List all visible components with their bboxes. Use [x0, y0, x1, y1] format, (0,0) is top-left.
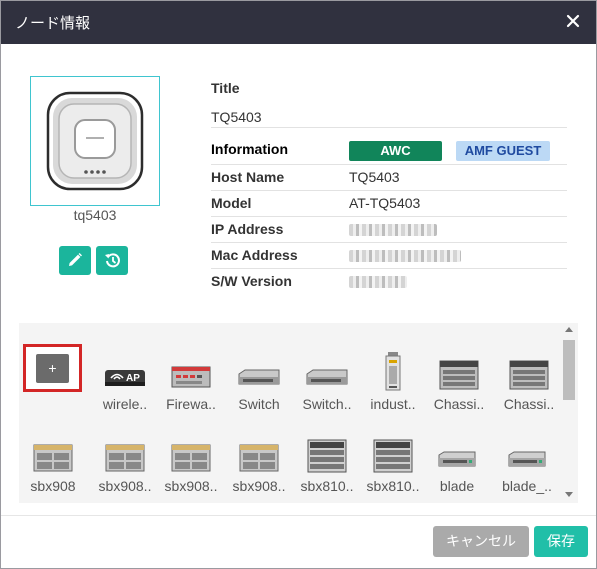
svg-text:AP: AP — [126, 373, 140, 384]
palette-item[interactable]: sbx810.. — [294, 430, 360, 496]
palette-item-label: wirele.. — [102, 396, 148, 412]
history-button[interactable] — [96, 246, 128, 275]
access-point-icon — [46, 91, 144, 191]
save-button[interactable]: 保存 — [534, 526, 588, 557]
dialog-titlebar: ノード情報 — [1, 1, 596, 44]
industrial-switch-icon — [360, 348, 426, 394]
model-label: Model — [211, 195, 252, 211]
edit-button[interactable] — [59, 246, 91, 275]
palette-item[interactable]: sbx908.. — [92, 430, 158, 496]
palette-item-label: Switch.. — [302, 396, 352, 412]
palette-item[interactable]: blade — [424, 430, 490, 496]
device-palette: + AP wirele.. Firewa.. Switch Switch.. indust… — [19, 323, 578, 503]
palette-item-label: blade — [439, 478, 475, 494]
palette-item-label: Firewa.. — [166, 396, 216, 412]
amf-guest-badge: AMF GUEST — [456, 141, 550, 161]
palette-item-label: sbx908.. — [232, 478, 286, 494]
divider — [211, 127, 567, 128]
palette-item[interactable]: sbx908.. — [158, 430, 224, 496]
divider — [211, 242, 567, 243]
palette-item[interactable]: sbx810.. — [360, 430, 426, 496]
palette-item[interactable]: sbx908.. — [226, 430, 292, 496]
palette-item[interactable]: Chassi.. — [496, 348, 562, 414]
palette-item-label: Switch — [238, 396, 280, 412]
sbx908-icon — [20, 430, 86, 476]
close-icon[interactable] — [564, 11, 582, 31]
sw-version-value-redacted — [349, 275, 407, 291]
palette-item[interactable]: Switch — [226, 348, 292, 414]
palette-item-label: Chassi.. — [503, 396, 555, 412]
palette-item[interactable]: Chassi.. — [426, 348, 492, 414]
scroll-up-arrow-icon[interactable] — [565, 327, 573, 332]
palette-scrollbar[interactable] — [561, 323, 578, 503]
palette-item[interactable]: Firewa.. — [158, 348, 224, 414]
palette-item-label: Chassi.. — [433, 396, 485, 412]
awc-badge: AWC — [349, 141, 442, 161]
firewall-icon — [158, 348, 224, 394]
mac-address-label: Mac Address — [211, 247, 298, 263]
switch-icon — [226, 348, 292, 394]
sbx908-icon — [226, 430, 292, 476]
blade-icon — [494, 430, 560, 476]
palette-item[interactable]: indust.. — [360, 348, 426, 414]
chassis-icon — [496, 348, 562, 394]
wireless-ap-icon: AP — [92, 348, 158, 394]
scrollbar-thumb[interactable] — [563, 340, 575, 400]
title-label: Title — [211, 80, 240, 96]
sbx908-icon — [158, 430, 224, 476]
mac-address-value-redacted — [349, 249, 461, 265]
dialog-title: ノード情報 — [15, 15, 91, 32]
information-label: Information — [211, 141, 288, 157]
ip-address-label: IP Address — [211, 221, 284, 237]
divider — [211, 268, 567, 269]
palette-item-label: sbx810.. — [300, 478, 354, 494]
node-preview — [30, 76, 160, 206]
title-value: TQ5403 — [211, 109, 262, 125]
blade-icon — [424, 430, 490, 476]
sbx810-icon — [360, 430, 426, 476]
palette-item[interactable]: AP wirele.. — [92, 348, 158, 414]
scroll-down-arrow-icon[interactable] — [565, 492, 573, 497]
divider — [211, 216, 567, 217]
sw-version-label: S/W Version — [211, 273, 292, 289]
history-icon — [104, 253, 120, 268]
palette-item-label: sbx908.. — [164, 478, 218, 494]
palette-item-label: sbx908 — [30, 478, 76, 494]
model-value: AT-TQ5403 — [349, 195, 421, 211]
add-device-button[interactable]: + — [23, 344, 82, 392]
palette-item[interactable]: Switch.. — [294, 348, 360, 414]
switch-icon — [294, 348, 360, 394]
host-name-value: TQ5403 — [349, 169, 400, 185]
palette-item[interactable]: blade_.. — [494, 430, 560, 496]
divider — [211, 164, 567, 165]
node-info-dialog: ノード情報 tq5403 Title TQ5403 Information AW… — [0, 0, 597, 569]
sbx810-icon — [294, 430, 360, 476]
ip-address-value-redacted — [349, 223, 437, 239]
palette-item-label: indust.. — [370, 396, 416, 412]
palette-item-label: blade_.. — [502, 478, 552, 494]
pencil-icon — [69, 253, 82, 266]
palette-item-label: sbx908.. — [98, 478, 152, 494]
divider — [211, 190, 567, 191]
chassis-icon — [426, 348, 492, 394]
palette-item[interactable]: sbx908 — [20, 430, 86, 496]
node-name-label: tq5403 — [73, 207, 117, 223]
add-icon: + — [36, 354, 69, 383]
cancel-button[interactable]: キャンセル — [433, 526, 529, 557]
host-name-label: Host Name — [211, 169, 285, 185]
palette-item-label: sbx810.. — [366, 478, 420, 494]
sbx908-icon — [92, 430, 158, 476]
footer-divider — [1, 515, 596, 516]
